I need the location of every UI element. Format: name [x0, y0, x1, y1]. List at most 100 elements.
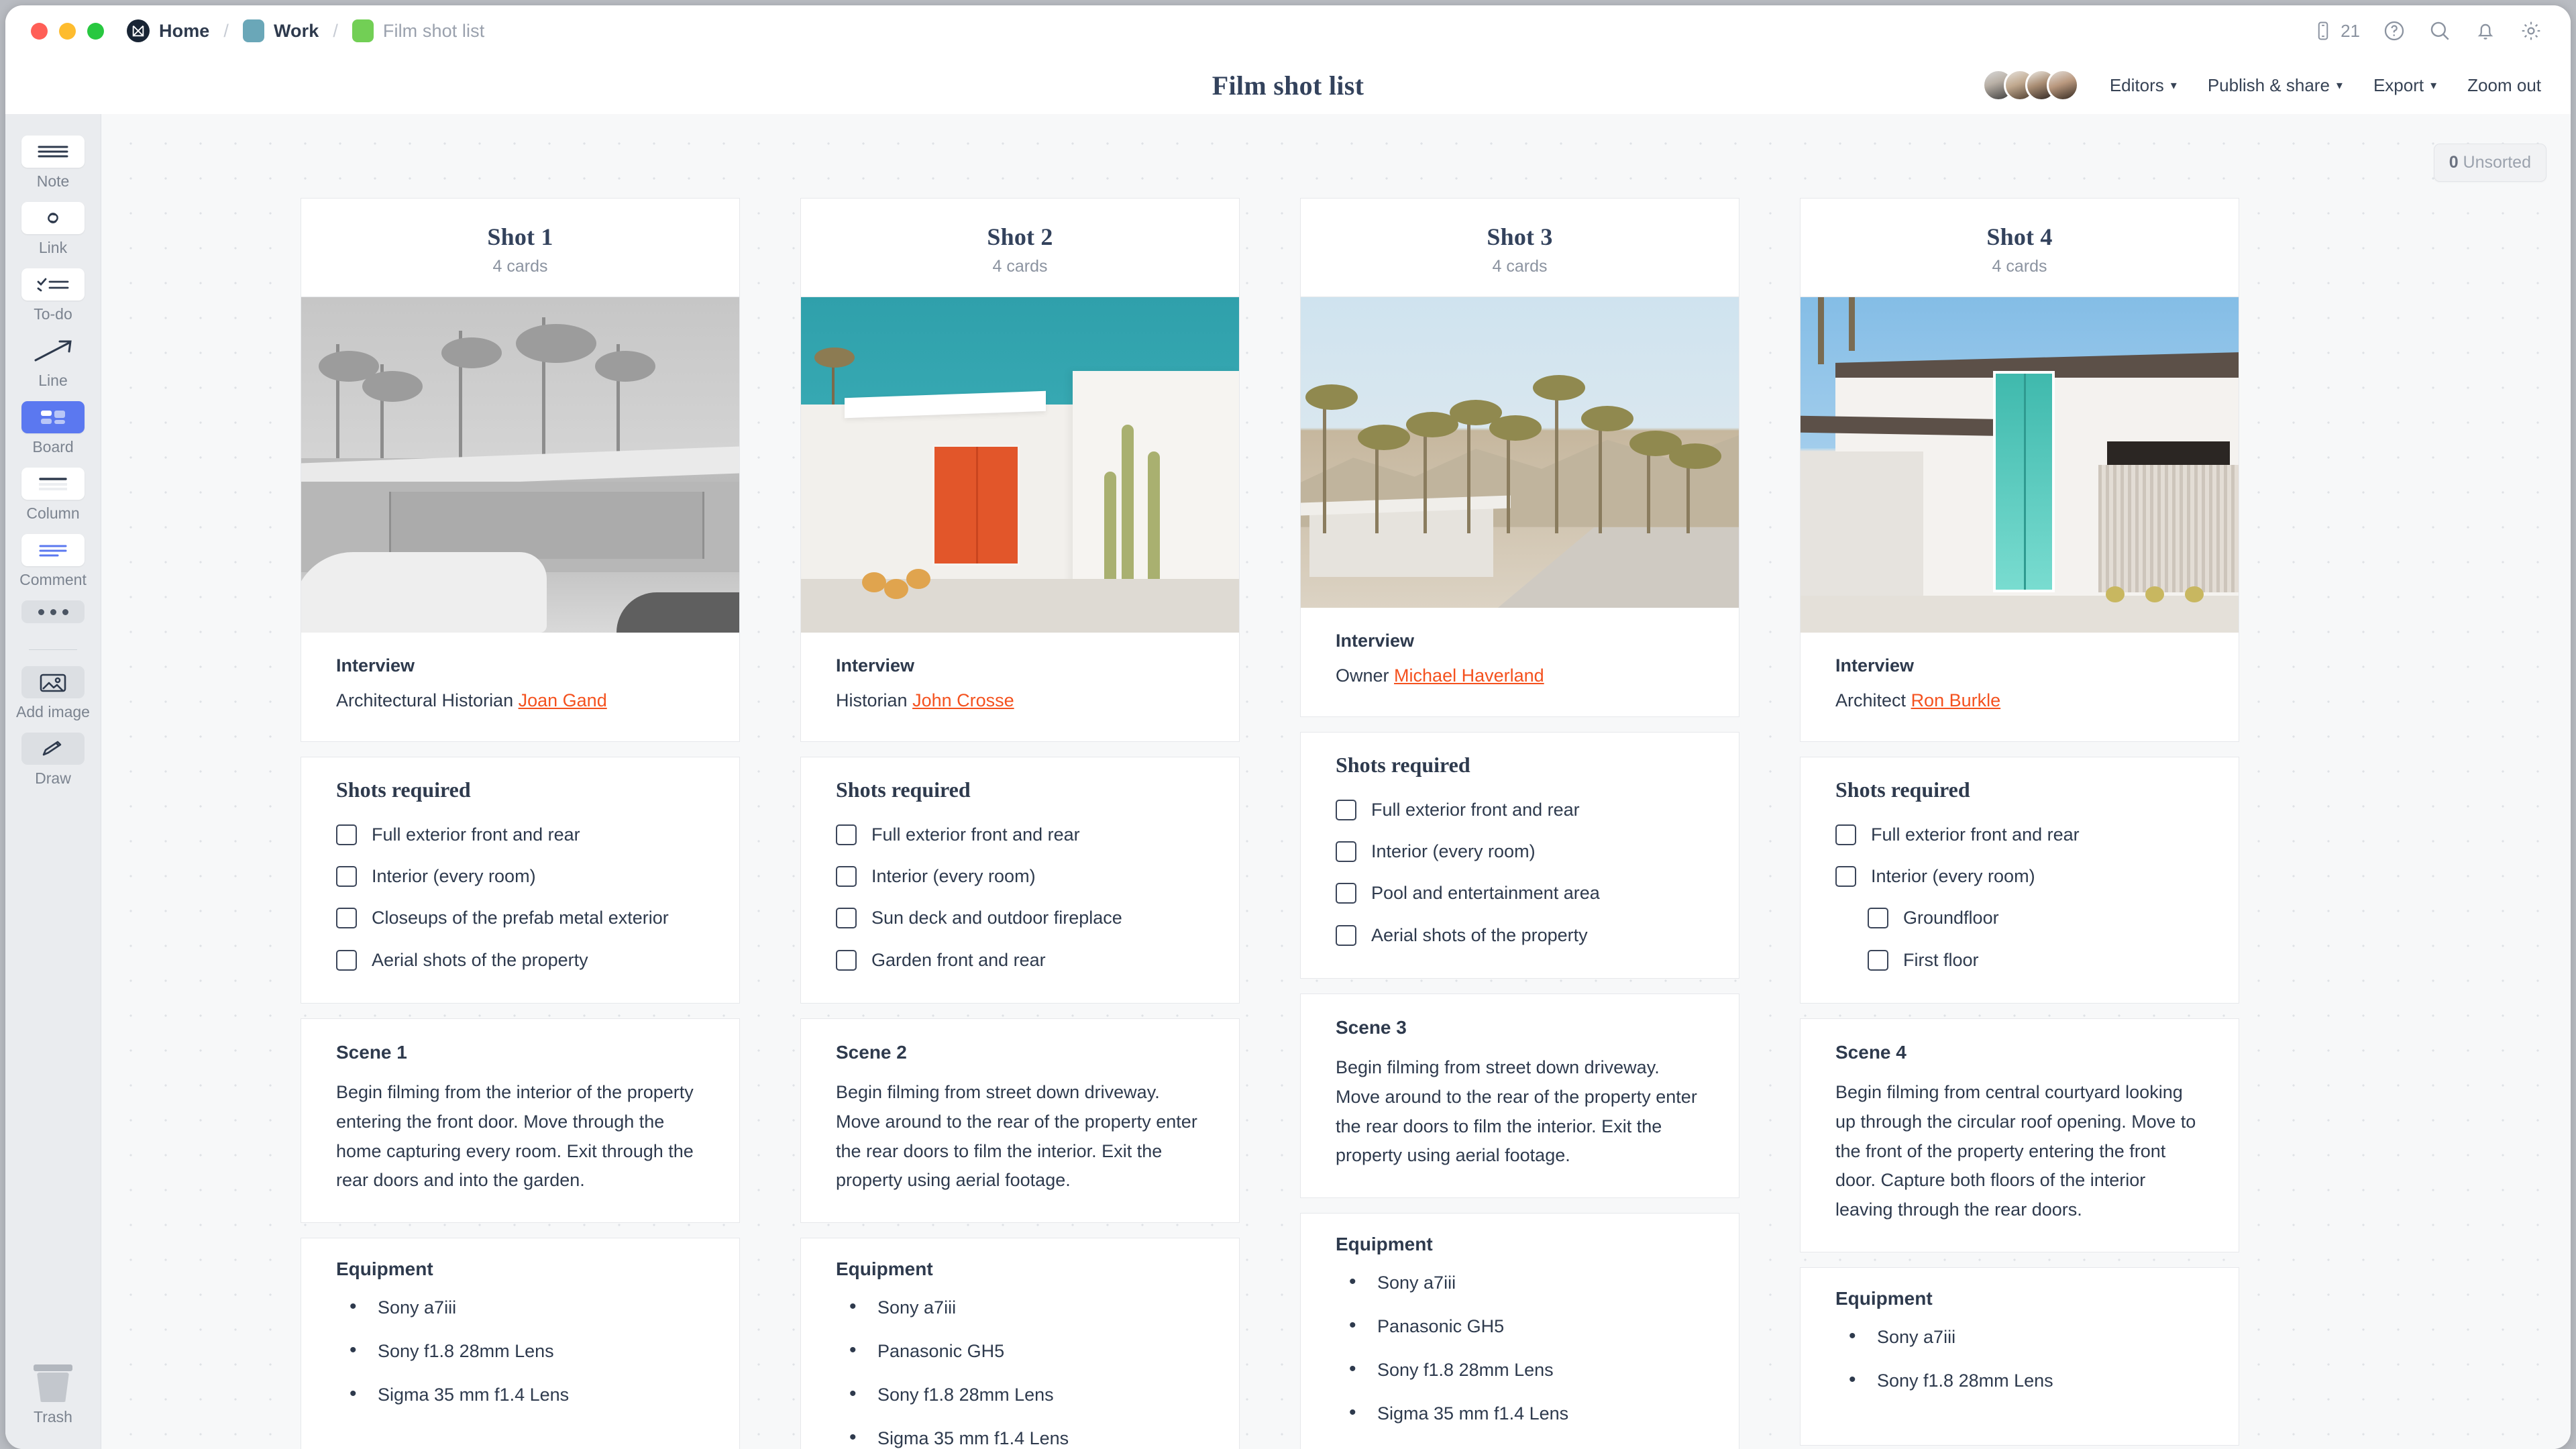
tool-more[interactable]	[5, 600, 101, 623]
column-header[interactable]: Shot 4 4 cards	[1800, 198, 2239, 297]
breadcrumb-item-film-shot-list[interactable]: Film shot list	[352, 19, 484, 42]
tool-line[interactable]: Line	[5, 335, 101, 390]
tool-column[interactable]: Column	[5, 468, 101, 523]
interview-line: Owner Michael Haverland	[1336, 662, 1704, 690]
breadcrumb-item-home[interactable]: Home	[127, 19, 209, 42]
checklist-item[interactable]: First floor	[1835, 948, 2204, 972]
tool-todo[interactable]: To-do	[5, 268, 101, 323]
breadcrumb-item-work[interactable]: Work	[242, 19, 319, 42]
help-icon[interactable]	[2383, 19, 2406, 42]
checkbox[interactable]	[336, 908, 357, 929]
bell-icon[interactable]	[2474, 19, 2497, 42]
checklist-item[interactable]: Interior (every room)	[1835, 864, 2204, 888]
board-canvas[interactable]: 0 Unsorted Shot 1 4 cards Interview Arch…	[101, 114, 2571, 1449]
interview-role: Architect	[1835, 690, 1907, 710]
checkbox[interactable]	[1868, 949, 1888, 971]
interview-person-link[interactable]: Ron Burkle	[1911, 690, 2001, 710]
checklist-item[interactable]: Full exterior front and rear	[1336, 798, 1704, 822]
interview-role: Owner	[1336, 665, 1389, 686]
search-icon[interactable]	[2428, 19, 2451, 42]
maximize-window-button[interactable]	[87, 22, 104, 40]
export-button[interactable]: Export ▾	[2373, 75, 2436, 96]
card-interview[interactable]: Interview Architectural Historian Joan G…	[301, 297, 740, 742]
tool-board[interactable]: Board	[5, 401, 101, 456]
column-shot-1[interactable]: Shot 1 4 cards Interview Architectural H…	[301, 198, 740, 1449]
checkbox[interactable]	[1336, 883, 1356, 904]
trash-button[interactable]: Trash	[34, 1364, 72, 1426]
card-shots-required[interactable]: Shots required Full exterior front and r…	[800, 756, 1240, 1004]
editors-button[interactable]: Editors ▾	[2110, 75, 2177, 96]
interview-person-link[interactable]: Michael Haverland	[1394, 665, 1544, 686]
card-equipment[interactable]: Equipment Sony a7iii Panasonic GH5 Sony …	[1300, 1213, 1739, 1449]
checkbox[interactable]	[836, 824, 857, 845]
checklist-item[interactable]: Groundfloor	[1835, 906, 2204, 930]
tool-comment[interactable]: Comment	[5, 534, 101, 589]
checkbox[interactable]	[336, 824, 357, 845]
card-shots-required[interactable]: Shots required Full exterior front and r…	[1300, 731, 1739, 979]
card-interview[interactable]: Interview Historian John Crosse	[800, 297, 1240, 742]
minimize-window-button[interactable]	[59, 22, 76, 40]
checkbox[interactable]	[836, 908, 857, 929]
unsorted-badge[interactable]: 0 Unsorted	[2433, 144, 2546, 182]
card-shots-required[interactable]: Shots required Full exterior front and r…	[301, 756, 740, 1004]
checklist-item[interactable]: Interior (every room)	[1336, 839, 1704, 863]
tool-add-image[interactable]: Add image	[5, 666, 101, 721]
checklist-item[interactable]: Garden front and rear	[836, 948, 1204, 972]
card-scene[interactable]: Scene 3 Begin filming from street down d…	[1300, 994, 1739, 1199]
checklist-item[interactable]: Aerial shots of the property	[1336, 923, 1704, 947]
column-shot-2[interactable]: Shot 2 4 cards Interview Historian John …	[800, 198, 1240, 1449]
checkbox[interactable]	[1835, 865, 1856, 887]
card-equipment[interactable]: Equipment Sony a7iii Sony f1.8 28mm Lens…	[301, 1238, 740, 1449]
column-shot-4[interactable]: Shot 4 4 cards Interview Architect Ron B…	[1800, 198, 2239, 1449]
card-scene[interactable]: Scene 4 Begin filming from central court…	[1800, 1018, 2239, 1252]
checkbox[interactable]	[836, 949, 857, 971]
checklist-item[interactable]: Full exterior front and rear	[336, 822, 704, 847]
card-scene[interactable]: Scene 2 Begin filming from street down d…	[800, 1018, 1240, 1224]
column-header[interactable]: Shot 2 4 cards	[800, 198, 1240, 297]
scene-body: Scene 2 Begin filming from street down d…	[801, 1019, 1239, 1222]
checklist-item[interactable]: Interior (every room)	[336, 864, 704, 888]
checklist-item[interactable]: Interior (every room)	[836, 864, 1204, 888]
editor-avatars[interactable]	[1982, 69, 2079, 101]
card-interview[interactable]: Interview Owner Michael Haverland	[1300, 297, 1739, 717]
card-interview[interactable]: Interview Architect Ron Burkle	[1800, 297, 2239, 742]
publish-share-button[interactable]: Publish & share ▾	[2208, 75, 2343, 96]
checkbox[interactable]	[336, 865, 357, 887]
checklist-item[interactable]: Full exterior front and rear	[836, 822, 1204, 847]
interview-person-link[interactable]: John Crosse	[912, 690, 1014, 710]
checkbox[interactable]	[336, 949, 357, 971]
column-header[interactable]: Shot 1 4 cards	[301, 198, 740, 297]
equipment-list: Sony a7iii Sony f1.8 28mm Lens	[1835, 1325, 2204, 1391]
scene-heading: Scene 3	[1336, 1017, 1407, 1038]
checklist-label: Sun deck and outdoor fireplace	[871, 908, 1122, 928]
zoom-out-button[interactable]: Zoom out	[2467, 75, 2541, 96]
checklist-item[interactable]: Pool and entertainment area	[1336, 881, 1704, 905]
checkbox[interactable]	[1835, 824, 1856, 845]
card-equipment[interactable]: Equipment Sony a7iii Panasonic GH5 Sony …	[800, 1238, 1240, 1449]
card-shots-required[interactable]: Shots required Full exterior front and r…	[1800, 756, 2239, 1004]
checkbox[interactable]	[1336, 841, 1356, 862]
checkbox[interactable]	[1336, 799, 1356, 820]
avatar[interactable]	[2046, 69, 2079, 101]
card-scene[interactable]: Scene 1 Begin filming from the interior …	[301, 1018, 740, 1224]
checkbox[interactable]	[1336, 924, 1356, 946]
checklist-item[interactable]: Sun deck and outdoor fireplace	[836, 906, 1204, 930]
checklist-item[interactable]: Aerial shots of the property	[336, 948, 704, 972]
column-shot-3[interactable]: Shot 3 4 cards Interview Owner Michael H…	[1300, 198, 1739, 1449]
gear-icon[interactable]	[2520, 19, 2542, 42]
checkbox[interactable]	[1868, 908, 1888, 929]
checklist-item[interactable]: Closeups of the prefab metal exterior	[336, 906, 704, 930]
checklist-item[interactable]: Full exterior front and rear	[1835, 822, 2204, 847]
phone-notification[interactable]: 21	[2313, 21, 2360, 42]
card-equipment[interactable]: Equipment Sony a7iii Sony f1.8 28mm Lens	[1800, 1267, 2239, 1446]
trash-lid-icon	[34, 1364, 72, 1371]
column-header[interactable]: Shot 3 4 cards	[1300, 198, 1739, 297]
close-window-button[interactable]	[31, 22, 48, 40]
unsorted-count: 0	[2449, 153, 2459, 172]
interview-person-link[interactable]: Joan Gand	[519, 690, 607, 710]
tool-draw[interactable]: Draw	[5, 733, 101, 788]
tool-link[interactable]: Link	[5, 202, 101, 257]
checkbox[interactable]	[836, 865, 857, 887]
chevron-down-icon: ▾	[2430, 78, 2437, 92]
tool-note[interactable]: Note	[5, 136, 101, 191]
